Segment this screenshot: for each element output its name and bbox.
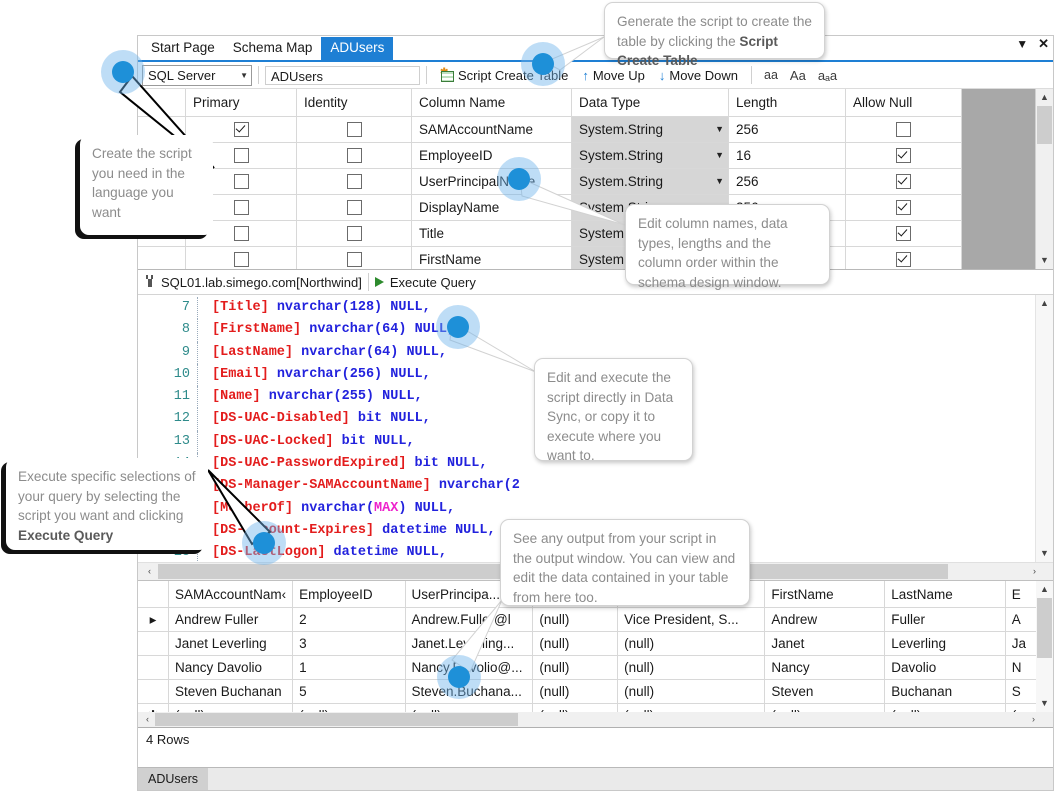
callout-execute-selection: Execute specific selections of your quer…: [6, 458, 208, 550]
callout-script-create-table: Generate the script to create the table …: [604, 2, 825, 68]
callout-text: Create the script you need in the langua…: [92, 146, 192, 220]
hotspot-core: [532, 53, 554, 75]
callout-text: See any output from your script in the o…: [513, 531, 736, 605]
callout-leader-lines: [118, 36, 626, 673]
callout-text: Execute specific selections of your quer…: [18, 469, 196, 523]
hotspot-script-create-table[interactable]: [521, 42, 565, 86]
callout-text: Generate the script to create the table …: [617, 14, 812, 49]
callout-text: Edit and execute the script directly in …: [547, 370, 674, 463]
hotspot-core: [508, 168, 530, 190]
hotspot-core: [447, 316, 469, 338]
hotspot-column-name-cell[interactable]: [497, 157, 541, 201]
callout-create-script-language: Create the script you need in the langua…: [80, 135, 213, 235]
callout-output-window: See any output from your script in the o…: [500, 519, 750, 606]
hotspot-provider-select[interactable]: [101, 50, 145, 94]
callout-bold: Execute Query: [18, 527, 114, 543]
hotspot-core: [448, 666, 470, 688]
hotspot-core: [253, 532, 275, 554]
callout-text: Edit column names, data types, lengths a…: [638, 216, 788, 290]
callout-edit-columns: Edit column names, data types, lengths a…: [625, 204, 830, 290]
hotspot-results-cell[interactable]: [437, 655, 481, 699]
callout-edit-execute-script: Edit and execute the script directly in …: [534, 358, 693, 463]
hotspot-sql-editor[interactable]: [436, 305, 480, 349]
hotspot-select-statement[interactable]: [242, 521, 286, 565]
hotspot-core: [112, 61, 134, 83]
